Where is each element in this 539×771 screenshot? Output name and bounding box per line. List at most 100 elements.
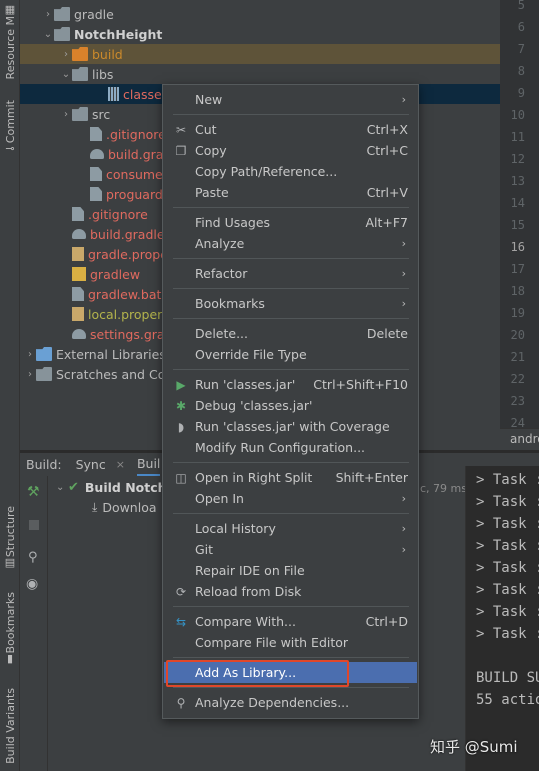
menu-item-debug-classes-jar[interactable]: ✱ Debug 'classes.jar' xyxy=(164,395,417,416)
folder-icon xyxy=(72,67,88,81)
menu-item-new[interactable]: New › xyxy=(164,89,417,110)
tree-item[interactable]: ⌄ libs xyxy=(20,64,500,84)
menu-item-label: Cut xyxy=(195,122,217,137)
console-line: > Task : xyxy=(476,560,539,576)
tree-item[interactable]: › build xyxy=(20,44,500,64)
chevron-right-icon[interactable]: › xyxy=(60,49,72,60)
menu-item-refactor[interactable]: Refactor › xyxy=(164,263,417,284)
build-time: c, 79 ms xyxy=(420,482,467,495)
tree-item-label: gradlew.bat xyxy=(88,286,162,302)
menu-item-paste[interactable]: Paste Ctrl+V xyxy=(164,182,417,203)
console-line: > Task : xyxy=(476,538,539,554)
pin-icon[interactable]: ⚲ xyxy=(28,550,38,565)
file-icon xyxy=(90,187,102,201)
menu-item-shortcut: Alt+F7 xyxy=(365,215,408,230)
folder-icon xyxy=(54,27,70,41)
chevron-right-icon[interactable]: › xyxy=(42,9,54,20)
success-check-icon: ✔ xyxy=(68,480,79,495)
line-number: 11 xyxy=(510,130,525,144)
menu-item-shortcut: Ctrl+D xyxy=(365,614,408,629)
context-menu: New › ✂ Cut Ctrl+X ❐ Copy Ctrl+C Copy Path/Refer… xyxy=(162,84,419,719)
close-icon[interactable]: × xyxy=(116,458,125,471)
menu-item-open-in[interactable]: Open In › xyxy=(164,488,417,509)
menu-item-analyze-dependencies[interactable]: ⚲ Analyze Dependencies... xyxy=(164,692,417,713)
menu-item-label: Run 'classes.jar' with Coverage xyxy=(195,419,390,434)
tree-item-label: gradlew xyxy=(90,266,141,282)
menu-item-label: Analyze Dependencies... xyxy=(195,695,350,710)
folder-icon xyxy=(72,107,88,121)
menu-item-cut[interactable]: ✂ Cut Ctrl+X xyxy=(164,119,417,140)
line-number: 5 xyxy=(517,0,525,12)
chevron-right-icon[interactable]: › xyxy=(60,109,72,120)
menu-item-label: Local History xyxy=(195,521,276,536)
menu-item-modify-run-configuration[interactable]: Modify Run Configuration... xyxy=(164,437,417,458)
chevron-right-icon: › xyxy=(401,93,406,106)
build-tree-root[interactable]: ⌄ ✔ Build Notch xyxy=(56,480,167,495)
menu-item-label: Open In xyxy=(195,491,244,506)
analyze-icon: ⚲ xyxy=(176,695,186,710)
bookmark-icon: ▮ xyxy=(6,652,14,666)
menu-item-label: Compare File with Editor xyxy=(195,635,349,650)
chevron-right-icon: › xyxy=(401,522,406,535)
structure-tab[interactable]: Structure ▤ xyxy=(0,506,20,569)
tab-build[interactable]: Buil xyxy=(136,453,161,476)
bookmarks-tab[interactable]: Bookmarks ▮ xyxy=(0,592,20,665)
line-number: 20 xyxy=(510,328,525,342)
menu-item-shortcut: Ctrl+C xyxy=(366,143,408,158)
build-console: > Task : > Task : > Task : > Task : > Task :… xyxy=(465,466,539,771)
build-hammer-icon[interactable]: ⚒ xyxy=(27,484,40,500)
menu-item-label: Find Usages xyxy=(195,215,271,230)
menu-item-git[interactable]: Git › xyxy=(164,539,417,560)
tab-sync[interactable]: Sync xyxy=(76,457,106,472)
folder-icon xyxy=(54,7,70,21)
file-icon xyxy=(90,167,102,181)
line-number: 10 xyxy=(510,108,525,122)
menu-item-open-in-right-split[interactable]: ◫ Open in Right Split Shift+Enter xyxy=(164,467,417,488)
menu-separator xyxy=(173,687,409,688)
menu-item-compare-with[interactable]: ⇆ Compare With... Ctrl+D xyxy=(164,611,417,632)
chevron-down-icon[interactable]: ⌄ xyxy=(60,69,72,80)
chevron-right-icon[interactable]: › xyxy=(24,349,36,360)
menu-item-copy-path-reference[interactable]: Copy Path/Reference... xyxy=(164,161,417,182)
line-number: 16 xyxy=(510,240,525,254)
build-tree-child[interactable]: ⤓ Downloa xyxy=(92,500,157,515)
chevron-down-icon: ⌄ xyxy=(56,482,65,493)
menu-separator xyxy=(173,114,409,115)
menu-item-run-classes-jar[interactable]: ▶ Run 'classes.jar' Ctrl+Shift+F10 xyxy=(164,374,417,395)
menu-separator xyxy=(173,207,409,208)
menu-separator xyxy=(173,606,409,607)
jar-icon xyxy=(108,87,119,101)
line-number: 8 xyxy=(517,64,525,78)
line-number: 21 xyxy=(510,350,525,364)
menu-item-copy[interactable]: ❐ Copy Ctrl+C xyxy=(164,140,417,161)
gradle-icon xyxy=(90,149,104,159)
commit-tab[interactable]: Commit ⊸ xyxy=(0,100,20,155)
menu-item-bookmarks[interactable]: Bookmarks › xyxy=(164,293,417,314)
line-number: 7 xyxy=(517,42,525,56)
menu-item-analyze[interactable]: Analyze › xyxy=(164,233,417,254)
menu-item-delete[interactable]: Delete... Delete xyxy=(164,323,417,344)
gradlew-icon xyxy=(72,267,86,281)
menu-item-reload-from-disk[interactable]: ⟳ Reload from Disk xyxy=(164,581,417,602)
properties-icon xyxy=(72,307,84,321)
tree-item[interactable]: › gradle xyxy=(20,4,500,24)
resource-manager-tab[interactable]: ▦ Resource M xyxy=(0,3,20,80)
menu-item-find-usages[interactable]: Find Usages Alt+F7 xyxy=(164,212,417,233)
chevron-down-icon[interactable]: ⌄ xyxy=(42,29,54,40)
build-variants-tab[interactable]: Build Variants xyxy=(0,688,20,764)
chevron-right-icon[interactable]: › xyxy=(24,369,36,380)
menu-item-override-file-type[interactable]: Override File Type xyxy=(164,344,417,365)
menu-item-compare-file-with-editor[interactable]: Compare File with Editor xyxy=(164,632,417,653)
menu-item-add-as-library[interactable]: Add As Library... xyxy=(164,662,417,683)
stop-icon[interactable] xyxy=(29,520,39,530)
menu-item-run-classes-jar-with-coverage[interactable]: ◗ Run 'classes.jar' with Coverage xyxy=(164,416,417,437)
tree-item-label: NotchHeight xyxy=(74,26,163,42)
tree-item[interactable]: ⌄ NotchHeight xyxy=(20,24,500,44)
menu-item-local-history[interactable]: Local History › xyxy=(164,518,417,539)
menu-item-repair-ide-on-file[interactable]: Repair IDE on File xyxy=(164,560,417,581)
resource-manager-icon: ▦ xyxy=(4,3,16,16)
tree-item-label: src xyxy=(92,106,111,122)
menu-separator xyxy=(173,258,409,259)
editor-tab[interactable]: andro xyxy=(500,428,539,450)
eye-icon[interactable]: ◉ xyxy=(26,576,38,592)
